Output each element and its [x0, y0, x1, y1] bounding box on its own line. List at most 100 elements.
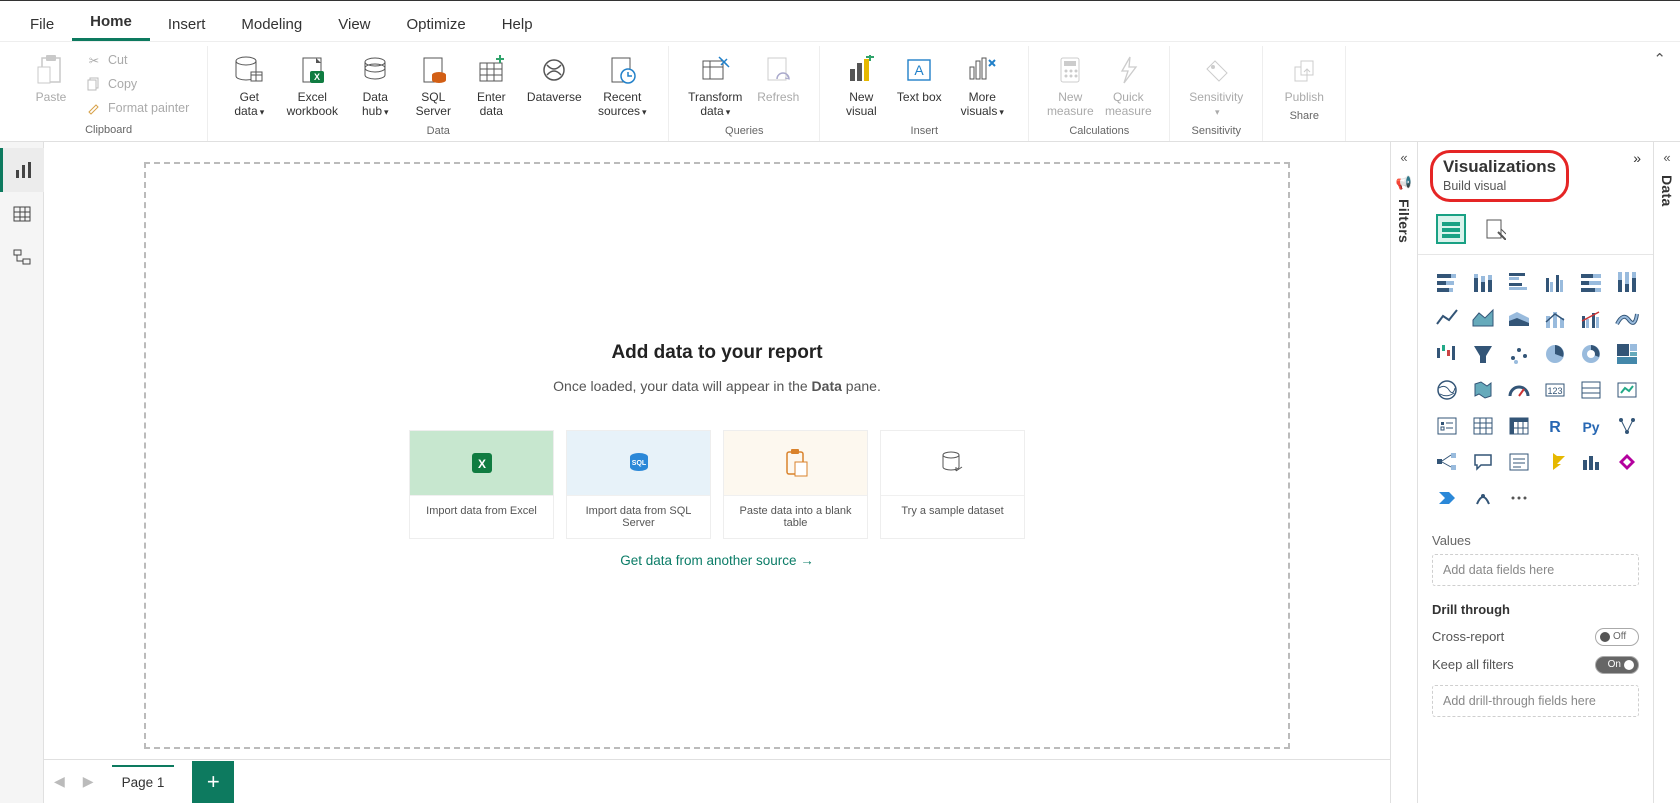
more-visuals-button[interactable]: More visuals▾ [950, 50, 1014, 119]
publish-button[interactable]: Publish [1277, 50, 1331, 104]
new-visual-button[interactable]: New visual [834, 50, 888, 119]
cross-report-toggle[interactable]: Off [1595, 628, 1639, 646]
viz-hundred-stacked-column-icon[interactable] [1612, 267, 1642, 297]
tab-home[interactable]: Home [72, 5, 150, 41]
tab-file[interactable]: File [12, 8, 72, 41]
viz-power-apps-icon[interactable] [1612, 447, 1642, 477]
viz-treemap-icon[interactable] [1612, 339, 1642, 369]
add-page-button[interactable]: + [192, 761, 234, 803]
viz-metrics-icon[interactable] [1576, 447, 1606, 477]
format-painter-button[interactable]: Format painter [82, 98, 193, 118]
paintbrush-icon [86, 100, 102, 116]
svg-text:R: R [1549, 419, 1561, 436]
viz-scatter-icon[interactable] [1504, 339, 1534, 369]
cut-button[interactable]: ✂ Cut [82, 50, 193, 70]
filters-panel-collapsed[interactable]: « 📢 Filters [1390, 142, 1417, 803]
sensitivity-button[interactable]: Sensitivity▾ [1184, 50, 1248, 119]
viz-stacked-area-icon[interactable] [1504, 303, 1534, 333]
viz-paginated-icon[interactable] [1540, 447, 1570, 477]
another-source-link[interactable]: Get data from another source → [620, 553, 814, 568]
viz-more-icon[interactable] [1504, 483, 1534, 513]
viz-filled-map-icon[interactable] [1468, 375, 1498, 405]
viz-qa-icon[interactable] [1468, 447, 1498, 477]
viz-kpi-icon[interactable] [1612, 375, 1642, 405]
build-visual-label: Build visual [1443, 179, 1556, 193]
viz-map-icon[interactable] [1432, 375, 1462, 405]
dataverse-icon [536, 52, 572, 88]
copy-button[interactable]: Copy [82, 74, 193, 94]
dataverse-button[interactable]: Dataverse [522, 50, 586, 104]
viz-pie-icon[interactable] [1540, 339, 1570, 369]
viz-area-icon[interactable] [1468, 303, 1498, 333]
excel-workbook-button[interactable]: X Excel workbook [280, 50, 344, 119]
values-field-well[interactable]: Add data fields here [1432, 554, 1639, 586]
sql-server-button[interactable]: SQL Server [406, 50, 460, 119]
viz-multi-row-card-icon[interactable] [1576, 375, 1606, 405]
report-canvas[interactable]: Add data to your report Once loaded, you… [144, 162, 1290, 749]
ribbon-collapse-button[interactable]: ⌃ [1649, 46, 1670, 72]
page-tab-1[interactable]: Page 1 [112, 765, 175, 798]
model-view-button[interactable] [0, 236, 44, 280]
viz-matrix-icon[interactable] [1504, 411, 1534, 441]
viz-line-clustered-column-icon[interactable] [1576, 303, 1606, 333]
get-data-button[interactable]: Get data▾ [222, 50, 276, 119]
viz-gauge-icon[interactable] [1504, 375, 1534, 405]
tab-optimize[interactable]: Optimize [389, 8, 484, 41]
viz-waterfall-icon[interactable] [1432, 339, 1462, 369]
tab-view[interactable]: View [320, 8, 388, 41]
keep-filters-toggle[interactable]: On [1595, 656, 1639, 674]
ribbon-group-calculations: New measure Quick measure Calculations [1029, 46, 1170, 141]
tab-insert[interactable]: Insert [150, 8, 224, 41]
viz-stacked-column-icon[interactable] [1468, 267, 1498, 297]
viz-power-automate-icon[interactable] [1432, 483, 1462, 513]
tab-help[interactable]: Help [484, 8, 551, 41]
report-view-button[interactable] [0, 148, 44, 192]
loudspeaker-icon: 📢 [1396, 175, 1412, 191]
sql-icon [415, 52, 451, 88]
viz-smart-narrative-icon[interactable] [1504, 447, 1534, 477]
viz-card-icon[interactable]: 123 [1540, 375, 1570, 405]
tab-modeling[interactable]: Modeling [223, 8, 320, 41]
card-sample-dataset[interactable]: Try a sample dataset [880, 430, 1025, 539]
viz-funnel-icon[interactable] [1468, 339, 1498, 369]
viz-arcgis-icon[interactable] [1468, 483, 1498, 513]
viz-stacked-bar-icon[interactable] [1432, 267, 1462, 297]
new-measure-button[interactable]: New measure [1043, 50, 1097, 119]
group-label-insert: Insert [911, 123, 939, 141]
card-paste-data[interactable]: Paste data into a blank table [723, 430, 868, 539]
card-import-excel[interactable]: X Import data from Excel [409, 430, 554, 539]
page-next-button[interactable]: ▶ [83, 773, 94, 790]
data-hub-button[interactable]: Data hub▾ [348, 50, 402, 119]
paste-button[interactable]: Paste [24, 50, 78, 104]
viz-line-icon[interactable] [1432, 303, 1462, 333]
viz-python-visual-icon[interactable]: Py [1576, 411, 1606, 441]
drill-field-well[interactable]: Add drill-through fields here [1432, 685, 1639, 717]
viz-ribbon-icon[interactable] [1612, 303, 1642, 333]
viz-slicer-icon[interactable] [1432, 411, 1462, 441]
quick-measure-button[interactable]: Quick measure [1101, 50, 1155, 119]
recent-sources-button[interactable]: Recent sources▾ [590, 50, 654, 119]
viz-hundred-stacked-bar-icon[interactable] [1576, 267, 1606, 297]
expand-filters-icon[interactable]: « [1400, 150, 1407, 165]
table-view-button[interactable] [0, 192, 44, 236]
card-import-sql[interactable]: SQL Import data from SQL Server [566, 430, 711, 539]
transform-data-button[interactable]: Transform data▾ [683, 50, 747, 119]
enter-data-button[interactable]: Enter data [464, 50, 518, 119]
viz-line-stacked-column-icon[interactable] [1540, 303, 1570, 333]
page-prev-button[interactable]: ◀ [54, 773, 65, 790]
collapse-viz-icon[interactable]: » [1633, 150, 1641, 166]
viz-key-influencers-icon[interactable] [1612, 411, 1642, 441]
viz-decomposition-tree-icon[interactable] [1432, 447, 1462, 477]
build-tab-icon[interactable] [1436, 214, 1466, 244]
viz-donut-icon[interactable] [1576, 339, 1606, 369]
viz-clustered-bar-icon[interactable] [1504, 267, 1534, 297]
text-box-button[interactable]: A Text box [892, 50, 946, 104]
viz-r-visual-icon[interactable]: R [1540, 411, 1570, 441]
expand-data-icon[interactable]: « [1663, 150, 1670, 165]
viz-table-icon[interactable] [1468, 411, 1498, 441]
values-label: Values [1432, 533, 1639, 548]
refresh-button[interactable]: Refresh [751, 50, 805, 104]
format-tab-icon[interactable] [1480, 214, 1510, 244]
viz-clustered-column-icon[interactable] [1540, 267, 1570, 297]
data-panel-collapsed[interactable]: « Data [1653, 142, 1680, 803]
